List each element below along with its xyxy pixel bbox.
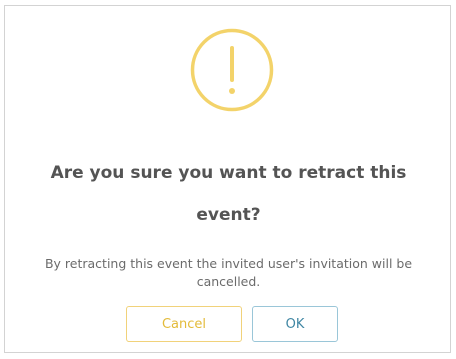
confirm-dialog: Are you sure you want to retract this ev…	[4, 5, 451, 353]
dialog-message-line1: By retracting this event the invited use…	[44, 256, 413, 271]
cancel-button[interactable]: Cancel	[126, 306, 242, 342]
ok-button[interactable]: OK	[252, 306, 338, 342]
dialog-title-line1: Are you sure you want to retract this	[50, 163, 407, 183]
exclamation-circle-icon	[190, 28, 274, 112]
dialog-title-line2: event?	[196, 205, 261, 225]
dialog-message-line2: cancelled.	[196, 274, 261, 289]
